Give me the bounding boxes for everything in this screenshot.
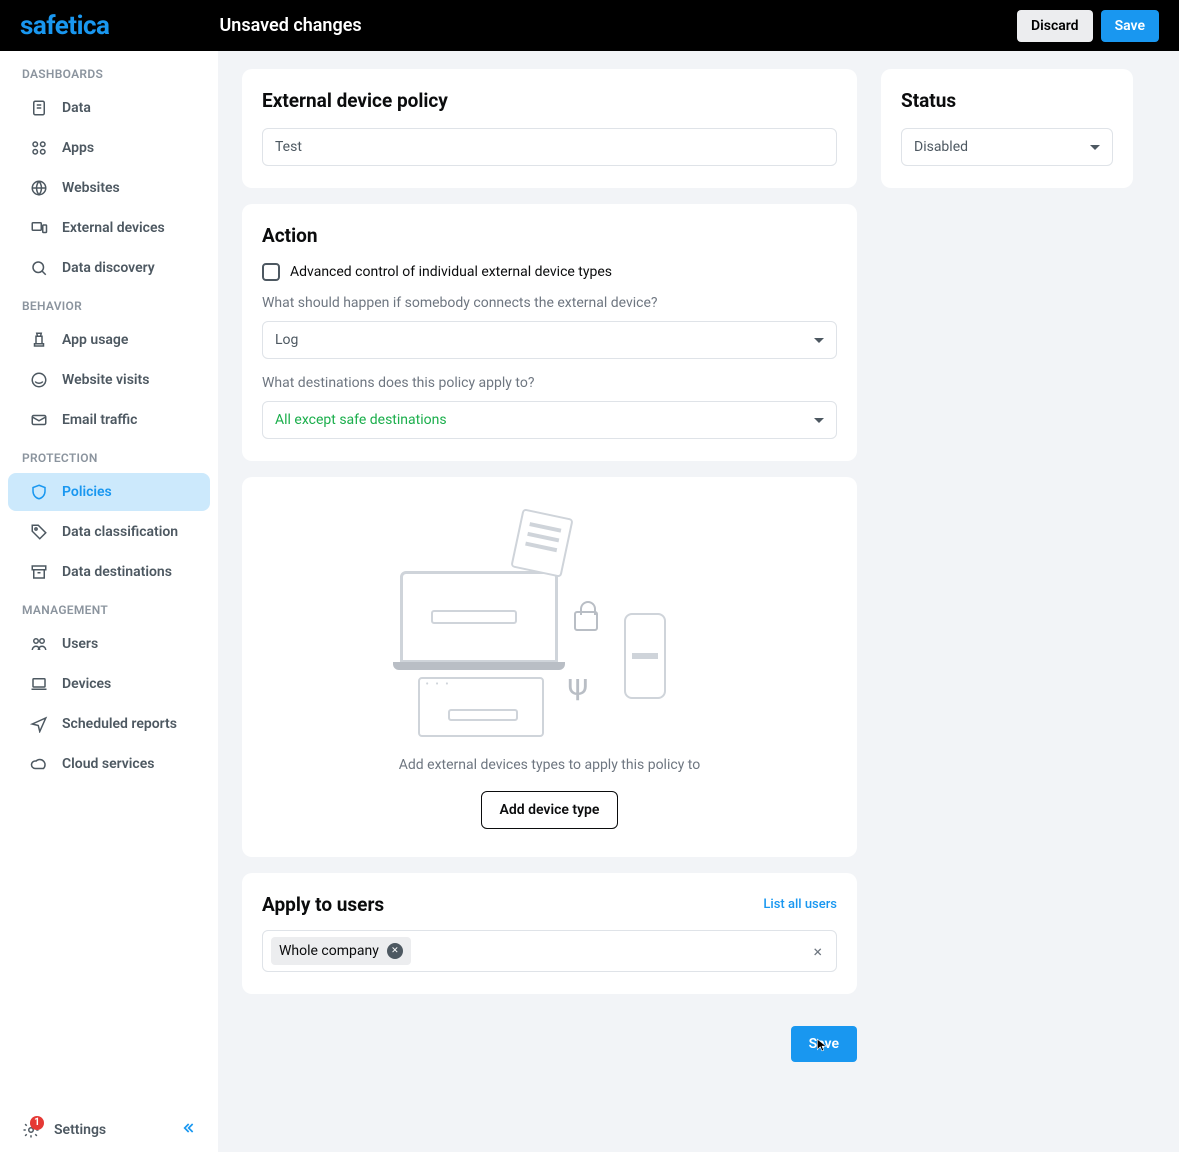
sidebar-item-label: Data destinations bbox=[62, 564, 172, 580]
sidebar-item-settings[interactable]: 1 Settings bbox=[0, 1108, 218, 1152]
sidebar-section-management: MANAGEMENT bbox=[0, 593, 218, 623]
sidebar-section-dashboards: DASHBOARDS bbox=[0, 57, 218, 87]
tag-label: Whole company bbox=[279, 943, 379, 959]
sidebar-item-data-destinations[interactable]: Data destinations bbox=[8, 553, 210, 591]
select-value: All except safe destinations bbox=[275, 412, 447, 428]
sidebar-item-label: Email traffic bbox=[62, 412, 137, 428]
send-icon bbox=[30, 715, 48, 733]
search-icon bbox=[30, 259, 48, 277]
helper-text: What should happen if somebody connects … bbox=[262, 295, 837, 311]
select-value: Disabled bbox=[914, 139, 968, 155]
sidebar-item-data-classification[interactable]: Data classification bbox=[8, 513, 210, 551]
helper-text: What destinations does this policy apply… bbox=[262, 375, 837, 391]
sidebar-item-external-devices[interactable]: External devices bbox=[8, 209, 210, 247]
sidebar-item-devices[interactable]: Devices bbox=[8, 665, 210, 703]
clear-input-icon[interactable]: × bbox=[813, 942, 828, 961]
sidebar-item-label: Scheduled reports bbox=[62, 716, 177, 732]
empty-text: Add external devices types to apply this… bbox=[262, 757, 837, 773]
devices-icon bbox=[30, 219, 48, 237]
header-actions: Discard Save bbox=[1017, 10, 1159, 42]
sidebar-item-policies[interactable]: Policies bbox=[8, 473, 210, 511]
list-all-users-link[interactable]: List all users bbox=[763, 897, 837, 912]
archive-icon bbox=[30, 563, 48, 581]
sidebar-item-data[interactable]: Data bbox=[8, 89, 210, 127]
sidebar-item-label: Settings bbox=[54, 1122, 106, 1138]
add-device-type-button[interactable]: Add device type bbox=[481, 791, 619, 829]
user-tag: Whole company bbox=[271, 937, 411, 965]
edge-icon bbox=[30, 371, 48, 389]
sidebar-item-label: Data discovery bbox=[62, 260, 155, 276]
globe-icon bbox=[30, 179, 48, 197]
users-tag-input[interactable]: Whole company × bbox=[262, 930, 837, 972]
apps-icon bbox=[30, 139, 48, 157]
card-title: External device policy bbox=[262, 89, 837, 112]
advanced-control-checkbox[interactable] bbox=[262, 263, 280, 281]
sidebar-item-users[interactable]: Users bbox=[8, 625, 210, 663]
destinations-select[interactable]: All except safe destinations bbox=[262, 401, 837, 439]
footer-actions: Save bbox=[242, 1026, 857, 1062]
sidebar-item-websites[interactable]: Websites bbox=[8, 169, 210, 207]
sidebar-item-label: Data bbox=[62, 100, 91, 116]
checkbox-label: Advanced control of individual external … bbox=[290, 264, 612, 280]
sidebar-item-label: External devices bbox=[62, 220, 165, 236]
sidebar-item-apps[interactable]: Apps bbox=[8, 129, 210, 167]
sidebar-item-data-discovery[interactable]: Data discovery bbox=[8, 249, 210, 287]
chevron-down-icon bbox=[814, 338, 824, 343]
card-title: Apply to users bbox=[262, 893, 384, 916]
advanced-control-row: Advanced control of individual external … bbox=[262, 263, 837, 281]
app-header: safetica Unsaved changes Discard Save bbox=[0, 0, 1179, 51]
sidebar-item-label: App usage bbox=[62, 332, 128, 348]
card-title: Action bbox=[262, 224, 837, 247]
sidebar-item-label: Apps bbox=[62, 140, 94, 156]
policy-name-input[interactable] bbox=[262, 128, 837, 166]
collapse-icon[interactable] bbox=[180, 1120, 196, 1140]
apply-users-card: Apply to users List all users Whole comp… bbox=[242, 873, 857, 994]
sidebar-section-behavior: BEHAVIOR bbox=[0, 289, 218, 319]
logo: safetica bbox=[20, 11, 109, 41]
sidebar-section-protection: PROTECTION bbox=[0, 441, 218, 471]
page-title: Unsaved changes bbox=[219, 15, 361, 36]
sidebar-item-label: Website visits bbox=[62, 372, 149, 388]
shield-icon bbox=[30, 483, 48, 501]
notification-badge: 1 bbox=[30, 1116, 44, 1130]
sidebar-item-label: Websites bbox=[62, 180, 120, 196]
policy-name-card: External device policy bbox=[242, 69, 857, 188]
sidebar-item-app-usage[interactable]: App usage bbox=[8, 321, 210, 359]
main-content: External device policy Action Advanced c… bbox=[218, 51, 1179, 1152]
sidebar-item-scheduled-reports[interactable]: Scheduled reports bbox=[8, 705, 210, 743]
tag-icon bbox=[30, 523, 48, 541]
sidebar-item-label: Devices bbox=[62, 676, 111, 692]
select-value: Log bbox=[275, 332, 298, 348]
laptop-icon bbox=[30, 675, 48, 693]
sidebar-item-website-visits[interactable]: Website visits bbox=[8, 361, 210, 399]
document-icon bbox=[30, 99, 48, 117]
cloud-icon bbox=[30, 755, 48, 773]
remove-tag-icon[interactable] bbox=[387, 943, 403, 959]
save-button-footer[interactable]: Save bbox=[791, 1026, 857, 1062]
discard-button[interactable]: Discard bbox=[1017, 10, 1093, 42]
card-title: Status bbox=[901, 89, 1113, 112]
sidebar-item-label: Users bbox=[62, 636, 98, 652]
save-button[interactable]: Save bbox=[1101, 10, 1159, 42]
empty-illustration: Ψ bbox=[400, 513, 700, 733]
chevron-down-icon bbox=[1090, 145, 1100, 150]
sidebar-item-cloud-services[interactable]: Cloud services bbox=[8, 745, 210, 783]
sidebar-item-label: Policies bbox=[62, 484, 112, 500]
mail-icon bbox=[30, 411, 48, 429]
sidebar: DASHBOARDS Data Apps Websites External d… bbox=[0, 51, 218, 1152]
status-card: Status Disabled bbox=[881, 69, 1133, 188]
action-select[interactable]: Log bbox=[262, 321, 837, 359]
sidebar-item-email-traffic[interactable]: Email traffic bbox=[8, 401, 210, 439]
sidebar-item-label: Data classification bbox=[62, 524, 178, 540]
sidebar-item-label: Cloud services bbox=[62, 756, 154, 772]
users-icon bbox=[30, 635, 48, 653]
device-types-card: Ψ Add external devices types to apply th… bbox=[242, 477, 857, 857]
status-select[interactable]: Disabled bbox=[901, 128, 1113, 166]
action-card: Action Advanced control of individual ex… bbox=[242, 204, 857, 461]
cursor-icon bbox=[815, 1038, 829, 1052]
chevron-down-icon bbox=[814, 418, 824, 423]
chess-icon bbox=[30, 331, 48, 349]
